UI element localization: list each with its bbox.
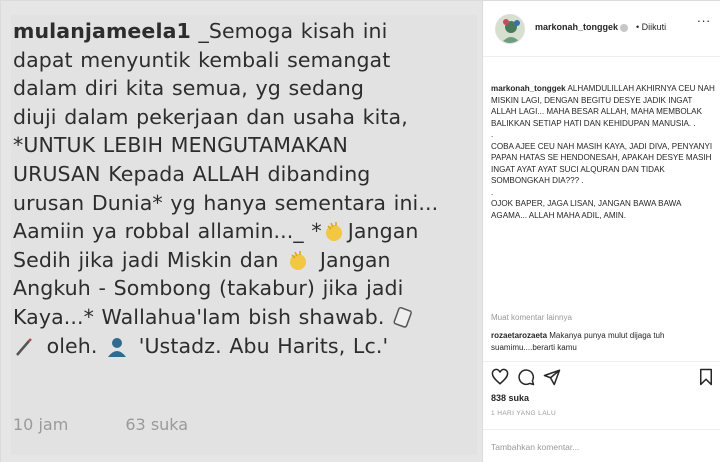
photo-line: mulanjameela1 _Semoga kisah ini (13, 17, 473, 46)
photo-line: diuji dalam pekerjaan dan usaha kita, (13, 104, 408, 129)
photo-line: oleh. 'Ustadz. Abu Harits, Lc.' (13, 332, 473, 361)
header-username-text[interactable]: markonah_tonggek (535, 22, 618, 32)
photo-line-text: 'Ustadz. Abu Harits, Lc.' (131, 333, 389, 358)
instagram-post-view: mulanjameela1 _Semoga kisah ini dapat me… (0, 0, 720, 462)
action-bar (483, 361, 720, 389)
heart-icon[interactable] (491, 368, 509, 386)
caption-para: COBA AJEE CEU NAH MASIH KAYA, JADI DIVA,… (491, 141, 713, 186)
more-options-icon[interactable]: ... (697, 10, 711, 25)
photo-line: Sedih jika jadi Miskin dan Jangan (13, 246, 473, 275)
post-sidebar: markonah_tonggek • Diikuti ... markonah_… (483, 1, 720, 462)
post-timestamp: 1 HARI YANG LALU (491, 410, 557, 417)
scroll-icon (392, 306, 418, 330)
add-comment-placeholder[interactable]: Tambahkan komentar... (491, 442, 579, 452)
clapping-hands-icon (322, 220, 348, 244)
photo-text-block: mulanjameela1 _Semoga kisah ini dapat me… (13, 17, 473, 360)
pen-icon (13, 335, 39, 359)
follow-status[interactable]: • Diikuti (636, 22, 666, 32)
share-icon[interactable] (543, 368, 561, 386)
comment-icon[interactable] (517, 368, 535, 386)
caption-username[interactable]: markonah_tonggek (491, 84, 566, 93)
caption-para: markonah_tonggek ALHAMDULILLAH AKHIRNYA … (491, 83, 715, 129)
badge-icon (620, 23, 629, 32)
photo-line: dalam diri kita semua, yg sedang (13, 76, 364, 101)
load-more-comments-link[interactable]: Muat komentar lainnya (491, 313, 572, 322)
photo-line-text: _Semoga kisah ini (198, 19, 388, 43)
photo-line: *UNTUK LEBIH MENGUTAMAKAN (13, 133, 348, 158)
photo-line-text: Kaya...* Wallahua'lam bish shawab. (13, 304, 393, 329)
photo-likes: 63 suka (125, 415, 189, 434)
photo-time: 10 jam (13, 415, 69, 434)
comment-username[interactable]: rozaetarozaeta (491, 331, 547, 340)
bookmark-icon[interactable] (697, 368, 715, 386)
photo-line: Aamiin ya robbal allamin..._ * Jangan (13, 217, 473, 246)
photo-footer: 10 jam 63 suka (13, 415, 188, 434)
photo-line: dapat menyuntik kembali semangat (13, 47, 391, 72)
photo-line-text: Sedih jika jadi Miskin dan (13, 247, 287, 272)
add-comment-field[interactable]: Tambahkan komentar... (483, 429, 720, 462)
photo-line-text: Jangan (347, 219, 419, 244)
post-photo: mulanjameela1 _Semoga kisah ini dapat me… (1, 1, 483, 462)
photo-line: URUSAN Kepada ALLAH dibanding (13, 161, 371, 186)
photo-line-text: oleh. (39, 333, 106, 358)
photo-line-text: Aamiin ya robbal allamin..._ * (13, 219, 322, 244)
likes-count[interactable]: 838 suka (491, 393, 529, 403)
caption-para: OJOK BAPER, JAGA LISAN, JANGAN BAWA BAWA… (491, 199, 681, 220)
person-icon (105, 335, 131, 359)
photo-username: mulanjameela1 (13, 19, 191, 43)
clapping-hands-icon (286, 249, 312, 273)
caption-dot: . (491, 130, 494, 139)
comment-item: rozaetarozaeta Makanya punya mulut dijag… (491, 330, 717, 353)
photo-line: urusan Dunia* yg hanya sementara ini... (13, 190, 439, 215)
avatar[interactable] (495, 14, 525, 44)
caption-dot: . (491, 187, 494, 197)
photo-line: Kaya...* Wallahua'lam bish shawab. (13, 303, 473, 332)
header-username[interactable]: markonah_tonggek (535, 22, 629, 32)
post-caption: markonah_tonggek ALHAMDULILLAH AKHIRNYA … (491, 83, 715, 221)
post-header: markonah_tonggek • Diikuti ... (483, 1, 720, 57)
photo-line: Angkuh - Sombong (takabur) jika jadi (13, 276, 404, 301)
photo-line-text: Jangan (312, 247, 391, 272)
